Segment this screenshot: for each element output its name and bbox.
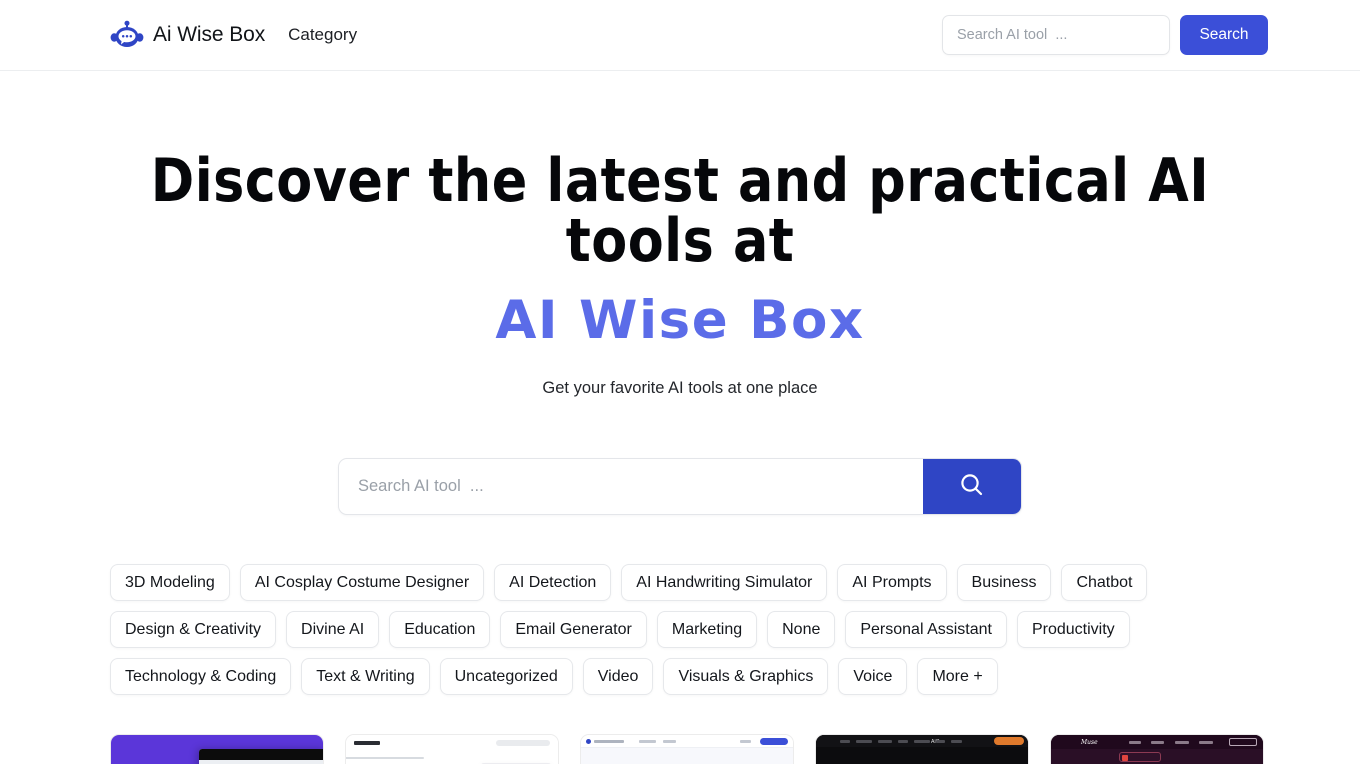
- tag-technology-coding[interactable]: Technology & Coding: [110, 658, 292, 695]
- tag-ai-cosplay-costume-designer[interactable]: AI Cosplay Costume Designer: [239, 564, 485, 601]
- header-search-button[interactable]: Search: [1180, 15, 1268, 55]
- tag-none[interactable]: None: [767, 611, 836, 648]
- thumbnail-producthunt-badge: [1119, 752, 1161, 762]
- site-header: Ai Wise Box Category Search: [0, 0, 1360, 71]
- tag-more[interactable]: More +: [917, 658, 998, 695]
- tag-uncategorized[interactable]: Uncategorized: [439, 658, 573, 695]
- header-search-group: Search: [942, 15, 1268, 55]
- tool-card-thumbnail: SUPERQUIZ: [111, 735, 323, 764]
- brand-name: Ai Wise Box: [153, 23, 266, 46]
- tag-chatbot[interactable]: Chatbot: [1061, 564, 1148, 601]
- hero-brand-title: AI Wise Box: [495, 290, 865, 351]
- tool-card-thumbnail: Win Back Your Free Time AI Tools for Tea…: [581, 735, 793, 764]
- tag-text-writing[interactable]: Text & Writing: [301, 658, 430, 695]
- tag-design-creativity[interactable]: Design & Creativity: [110, 611, 277, 648]
- tool-card[interactable]: SUPERQUIZ: [110, 734, 324, 764]
- tool-card[interactable]: Win Back Your Free Time AI Tools for Tea…: [580, 734, 794, 764]
- nav-item-category[interactable]: Category: [288, 25, 357, 45]
- search-icon: [957, 470, 987, 503]
- brand-logo-group[interactable]: Ai Wise Box: [110, 18, 265, 52]
- tag-3d-modeling[interactable]: 3D Modeling: [110, 564, 230, 601]
- tool-card-grid: SUPERQUIZ: [110, 734, 1264, 764]
- hero-section: Discover the latest and practical AI too…: [0, 71, 1360, 515]
- main-search-group: [338, 458, 1022, 515]
- tool-card[interactable]: AiO Enterprise GPT Chatbot with Your Own…: [815, 734, 1029, 764]
- category-tag-list: 3D Modeling AI Cosplay Costume Designer …: [110, 564, 1250, 695]
- tag-education[interactable]: Education: [389, 611, 491, 648]
- page-title: Discover the latest and practical AI too…: [150, 146, 1210, 276]
- tag-ai-handwriting-simulator[interactable]: AI Handwriting Simulator: [621, 564, 828, 601]
- header-search-input[interactable]: [942, 15, 1170, 55]
- main-search-button[interactable]: [923, 459, 1021, 514]
- tag-email-generator[interactable]: Email Generator: [500, 611, 647, 648]
- tool-card[interactable]: Muse Burning the inner Muse!: [1050, 734, 1264, 764]
- tag-productivity[interactable]: Productivity: [1016, 611, 1130, 648]
- tag-video[interactable]: Video: [582, 658, 654, 695]
- tag-ai-prompts[interactable]: AI Prompts: [837, 564, 947, 601]
- tag-business[interactable]: Business: [956, 564, 1052, 601]
- tag-marketing[interactable]: Marketing: [656, 611, 758, 648]
- tag-divine-ai[interactable]: Divine AI: [286, 611, 380, 648]
- tag-visuals-graphics[interactable]: Visuals & Graphics: [663, 658, 829, 695]
- tool-card[interactable]: long talk. tomate assignments & reports …: [345, 734, 559, 764]
- main-search-input[interactable]: [339, 459, 923, 514]
- thumbnail-brand: Muse: [1081, 739, 1098, 746]
- tag-voice[interactable]: Voice: [838, 658, 908, 695]
- tool-card-thumbnail: AiO Enterprise GPT Chatbot with Your Own…: [816, 735, 1028, 764]
- thumbnail-browser-preview: [199, 749, 323, 764]
- hero-subtitle: Get your favorite AI tools at one place: [542, 379, 818, 397]
- tool-card-thumbnail: Muse Burning the inner Muse!: [1051, 735, 1263, 764]
- tool-card-thumbnail: long talk. tomate assignments & reports …: [346, 735, 558, 764]
- tag-personal-assistant[interactable]: Personal Assistant: [845, 611, 1007, 648]
- tag-ai-detection[interactable]: AI Detection: [494, 564, 612, 601]
- robot-chat-icon: [110, 18, 144, 52]
